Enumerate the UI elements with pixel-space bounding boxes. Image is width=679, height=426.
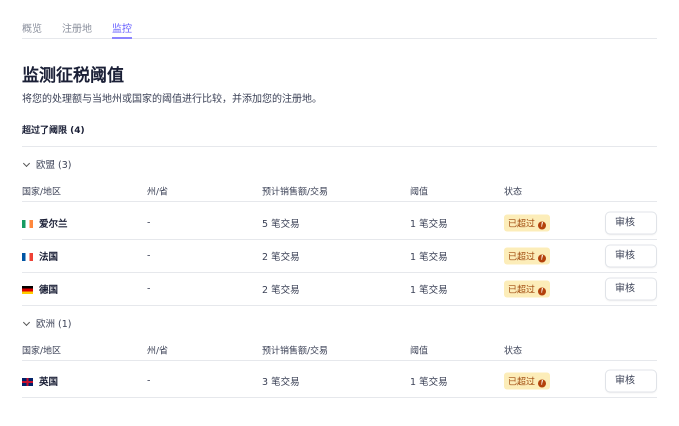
chevron-down-icon (22, 318, 31, 327)
col-state: 州/省 (147, 346, 169, 356)
tab-monitoring[interactable]: 监控 (112, 18, 132, 39)
tab-overview[interactable]: 概览 (22, 18, 42, 39)
table-row: 法国 - 2 笔交易 1 笔交易 已超过! 审核 (22, 240, 657, 273)
col-status: 状态 (504, 187, 523, 197)
country-name: 爱尔兰 (39, 219, 68, 230)
review-button[interactable]: 审核 (606, 245, 656, 267)
status-badge: 已超过! (504, 372, 551, 390)
threshold: 1 笔交易 (410, 252, 448, 263)
col-threshold: 阈值 (410, 346, 429, 356)
germany-flag-icon (22, 286, 33, 294)
uk-flag-icon (22, 378, 33, 386)
col-status: 状态 (504, 346, 523, 356)
review-button[interactable]: 审核 (606, 370, 656, 392)
col-state: 州/省 (147, 187, 169, 197)
col-sales: 预计销售额/交易 (262, 187, 329, 197)
col-country: 国家/地区 (22, 346, 62, 356)
sales: 5 笔交易 (262, 219, 300, 230)
france-flag-icon (22, 253, 33, 261)
group-toggle-europe[interactable]: 欧洲 (1) (22, 316, 71, 330)
chevron-down-icon (22, 159, 31, 168)
ireland-flag-icon (22, 220, 33, 228)
table-row: 爱尔兰 - 5 笔交易 1 笔交易 已超过! 审核 (22, 207, 657, 240)
table-header: 国家/地区 州/省 预计销售额/交易 阈值 状态 (22, 180, 657, 202)
state: - (147, 375, 151, 387)
group-label: 欧洲 (1) (36, 319, 72, 330)
status-badge: 已超过! (504, 280, 551, 298)
state: - (147, 217, 151, 229)
group-toggle-eu[interactable]: 欧盟 (3) (22, 157, 71, 171)
threshold: 1 笔交易 (410, 377, 448, 388)
review-button[interactable]: 审核 (606, 278, 656, 300)
status-badge: 已超过! (504, 214, 551, 232)
page-title: 监测征税阈值 (22, 66, 124, 86)
alert-icon: ! (538, 254, 547, 263)
sales: 2 笔交易 (262, 252, 300, 263)
tab-bar: 概览 注册地 监控 (22, 18, 657, 39)
alert-icon: ! (538, 221, 547, 230)
sales: 3 笔交易 (262, 377, 300, 388)
sales: 2 笔交易 (262, 285, 300, 296)
col-threshold: 阈值 (410, 187, 429, 197)
col-country: 国家/地区 (22, 187, 62, 197)
review-button[interactable]: 审核 (606, 212, 656, 234)
tab-registrations[interactable]: 注册地 (62, 18, 92, 39)
country-name: 法国 (39, 252, 59, 263)
alert-icon: ! (538, 379, 547, 388)
status-badge: 已超过! (504, 247, 551, 265)
state: - (147, 250, 151, 262)
country-name: 英国 (39, 377, 59, 388)
table-row: 英国 - 3 笔交易 1 笔交易 已超过! 审核 (22, 365, 657, 398)
section-title: 超过了阈限 (4) (22, 126, 85, 136)
table-header: 国家/地区 州/省 预计销售额/交易 阈值 状态 (22, 339, 657, 361)
table-row: 德国 - 2 笔交易 1 笔交易 已超过! 审核 (22, 273, 657, 306)
state: - (147, 283, 151, 295)
group-label: 欧盟 (3) (36, 160, 72, 171)
alert-icon: ! (538, 287, 547, 296)
divider (22, 146, 657, 147)
threshold: 1 笔交易 (410, 219, 448, 230)
col-sales: 预计销售额/交易 (262, 346, 329, 356)
country-name: 德国 (39, 285, 59, 296)
page-description: 将您的处理额与当地州或国家的阈值进行比较，并添加您的注册地。 (22, 94, 322, 105)
threshold: 1 笔交易 (410, 285, 448, 296)
